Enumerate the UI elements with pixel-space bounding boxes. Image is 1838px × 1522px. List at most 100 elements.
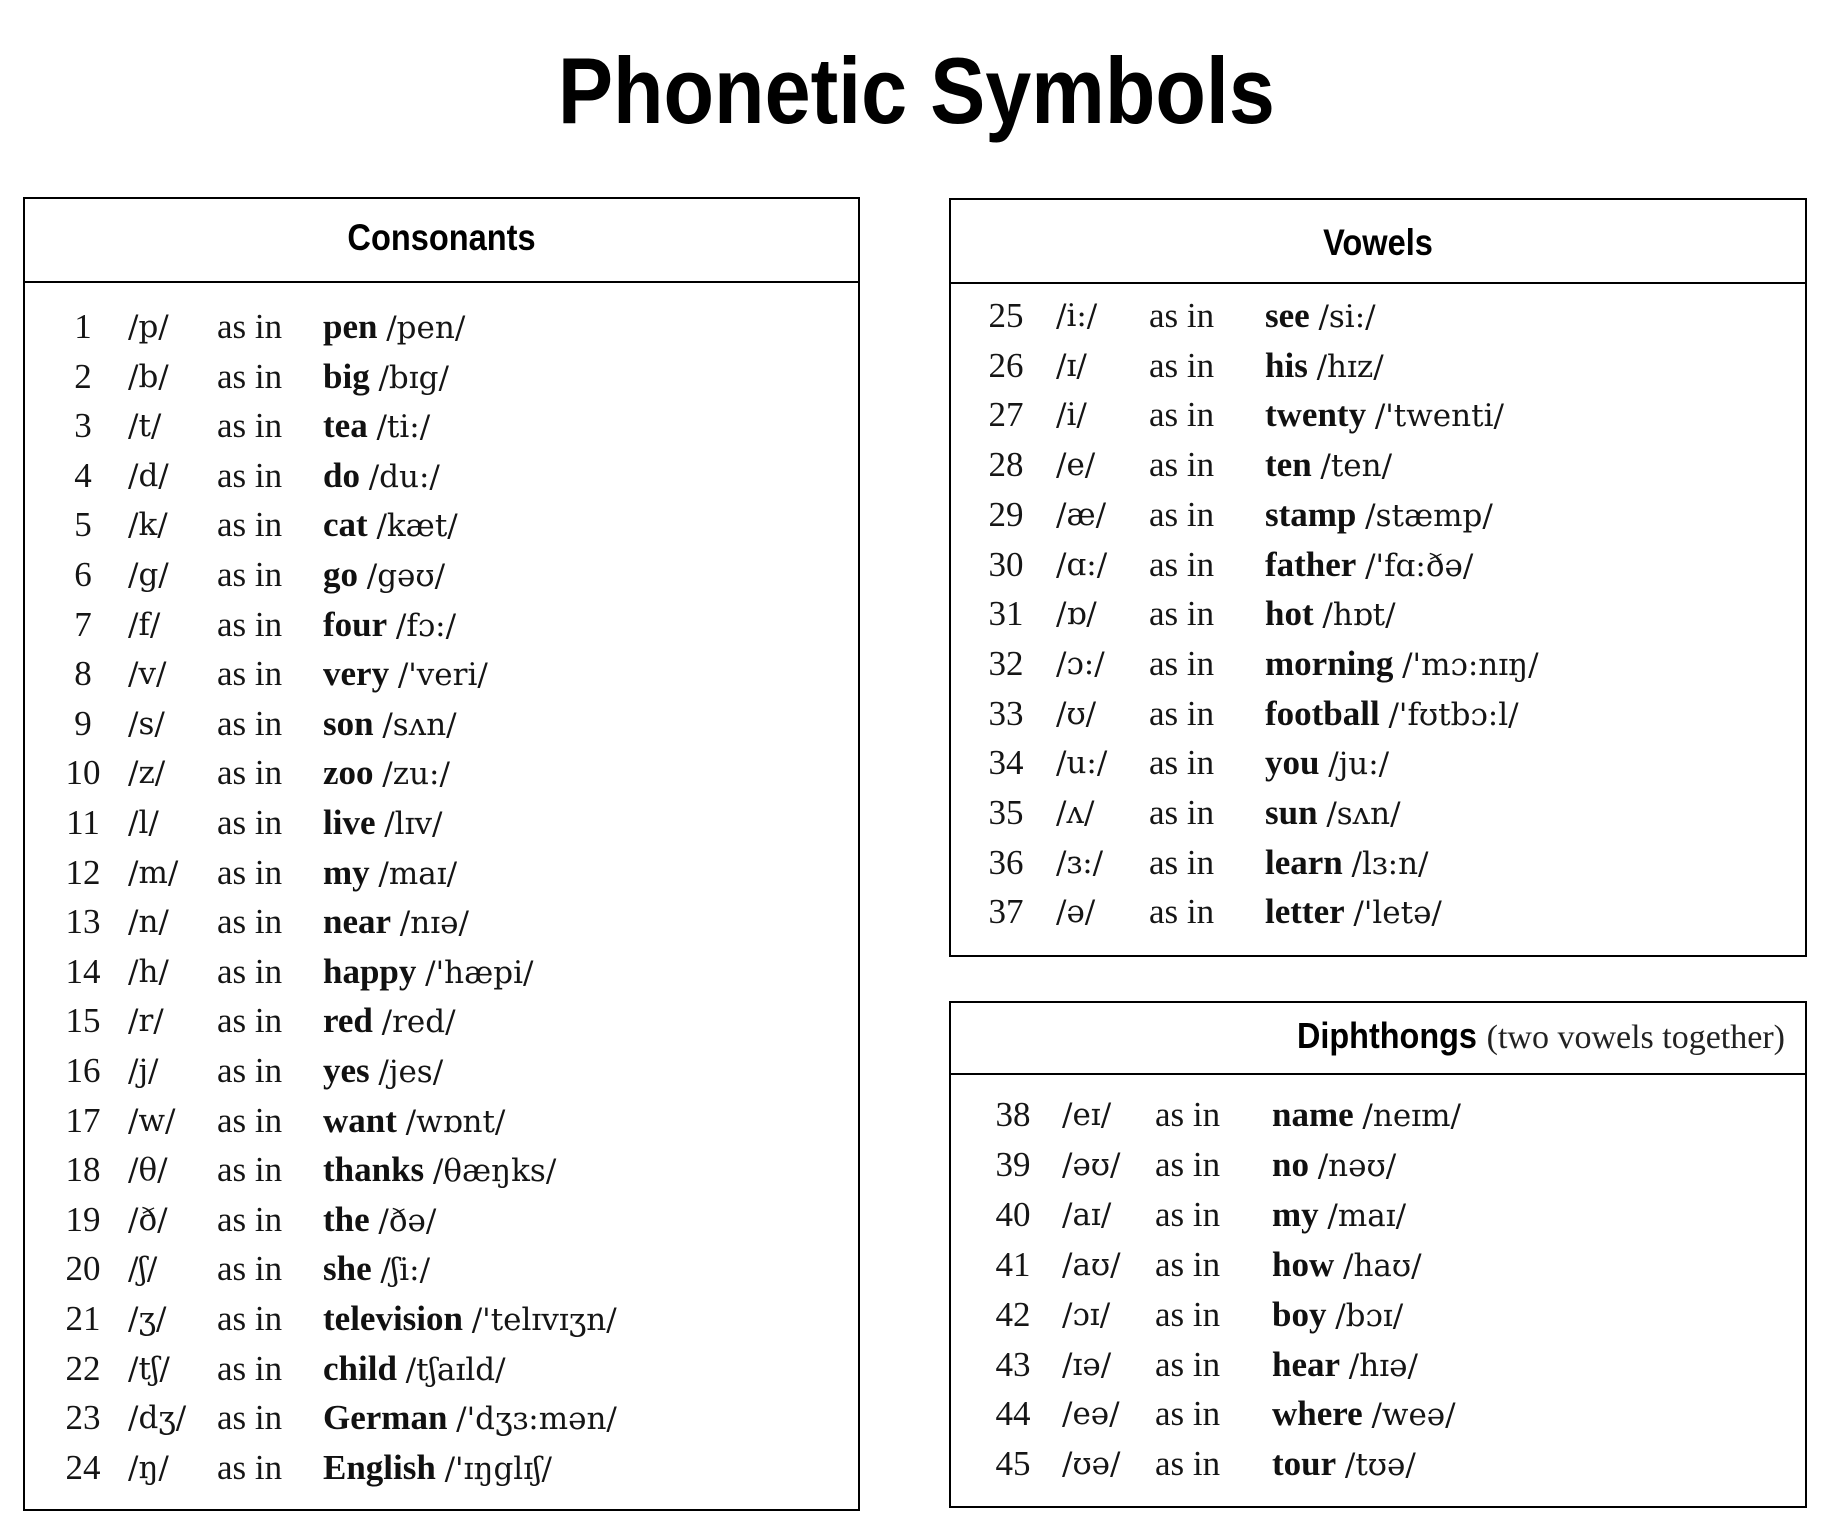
example-word: name [1272,1095,1354,1134]
example: very /'veri/ [323,650,488,699]
example-word: child [323,1348,397,1388]
as-in-label: as in [217,803,283,842]
example: his /hɪz/ [1265,342,1384,391]
phonetic-symbol: /m/ [128,854,179,891]
as-in-label: as in [217,1100,283,1140]
as-in-label: as in [217,555,283,594]
phonetic-symbol: /ŋ/ [128,1449,169,1486]
example-word: football [1265,693,1380,733]
example: cat /kæt/ [323,501,458,550]
example-word: how [1272,1244,1335,1284]
row-number: 23 [65,1398,101,1438]
row-number: 31 [988,594,1024,634]
row-number: 8 [74,654,92,694]
as-in-label: as in [217,1348,283,1388]
example-word: live [323,803,376,842]
as-in-label: as in [1149,544,1215,584]
row-number: 26 [988,345,1024,385]
phonetic-symbol: /eɪ/ [1062,1097,1112,1133]
row-number: 10 [65,753,101,793]
as-in-label: as in [1155,1095,1221,1134]
phonetic-symbol: /ɔ:/ [1056,645,1105,682]
example-word: near [323,902,392,942]
phonetic-symbol: /s/ [128,705,165,742]
example-transcription: /stæmp/ [1365,497,1493,534]
row-number: 5 [74,505,92,545]
example-word: the [323,1199,370,1239]
example-word: my [323,852,370,892]
example: twenty /'twenti/ [1265,391,1504,440]
phonetic-symbol: /v/ [128,656,167,693]
phonetic-symbol: /eə/ [1062,1396,1120,1433]
example: do /du:/ [323,452,440,501]
row-number: 44 [995,1394,1031,1434]
as-in-label: as in [1155,1194,1221,1234]
phonetic-symbol: /z/ [128,755,166,792]
example-word: television [323,1299,463,1338]
example-word: tour [1272,1444,1337,1484]
phonetic-symbol: /θ/ [128,1152,168,1189]
example: learn /lɜ:n/ [1265,839,1429,888]
example-transcription: /kæt/ [376,508,458,545]
example-word: you [1265,743,1320,783]
row-number: 2 [74,356,92,396]
example-word: German [323,1398,448,1438]
example-word: stamp [1265,494,1357,534]
as-in-label: as in [1155,1394,1221,1434]
example-transcription: /sʌn/ [382,706,457,743]
example-transcription: /bɪg/ [378,359,449,396]
example-transcription: /hɒt/ [1322,597,1396,634]
example: the /ðə/ [323,1196,436,1245]
example-transcription: /sʌn/ [1326,796,1401,832]
row-number: 18 [65,1150,101,1190]
row-number: 42 [995,1294,1031,1334]
example: no /nəʊ/ [1272,1141,1396,1190]
example-word: see [1265,296,1310,335]
phonetic-symbol: /ɒ/ [1056,596,1097,633]
as-in-label: as in [1149,643,1215,683]
example-transcription: /maɪ/ [378,855,458,892]
example-transcription: /tʊə/ [1344,1447,1416,1484]
example-transcription: /zu:/ [382,756,450,793]
row-number: 35 [988,793,1024,832]
example-transcription: /ʃi:/ [380,1252,431,1289]
example-transcription: /tʃaɪld/ [405,1351,506,1388]
example: my /maɪ/ [1272,1191,1406,1240]
row-number: 11 [66,803,100,842]
example: hot /hɒt/ [1265,590,1396,639]
example-transcription: /hɪə/ [1348,1347,1418,1384]
example: red /red/ [323,997,456,1046]
example: how /haʊ/ [1272,1241,1422,1290]
example-word: zoo [323,753,374,793]
phonetic-symbol: /h/ [128,953,169,990]
row-number: 3 [74,406,92,446]
example: letter /'letə/ [1265,888,1442,937]
example: stamp /stæmp/ [1265,491,1493,540]
phonetic-symbol: /aɪ/ [1062,1196,1112,1233]
example-transcription: /nəʊ/ [1317,1147,1397,1184]
example-transcription: /neɪm/ [1362,1098,1461,1134]
example-transcription: /'telɪvɪʒn/ [471,1302,617,1338]
example: near /nɪə/ [323,898,469,947]
row-number: 15 [65,1001,101,1041]
as-in-label: as in [1155,1344,1221,1384]
row-number: 16 [65,1051,101,1090]
example-transcription: /'dʒɜ:mən/ [456,1401,617,1438]
as-in-label: as in [1149,494,1215,534]
as-in-label: as in [1149,345,1215,385]
as-in-label: as in [1149,693,1215,733]
example: my /maɪ/ [323,849,457,898]
row-number: 32 [988,643,1024,683]
phonetic-symbol: /p/ [128,309,169,345]
row-number: 12 [65,852,101,892]
example-word: morning [1265,643,1394,683]
example-transcription: /'letə/ [1353,895,1442,932]
as-in-label: as in [217,455,283,495]
example-word: father [1265,544,1357,584]
example-transcription: /gəʊ/ [366,558,446,594]
as-in-label: as in [217,406,283,446]
row-number: 36 [988,842,1024,882]
diphthongs-header: Diphthongs (two vowels together) [951,1003,1805,1075]
example: sun /sʌn/ [1265,789,1401,838]
as-in-label: as in [217,505,283,545]
